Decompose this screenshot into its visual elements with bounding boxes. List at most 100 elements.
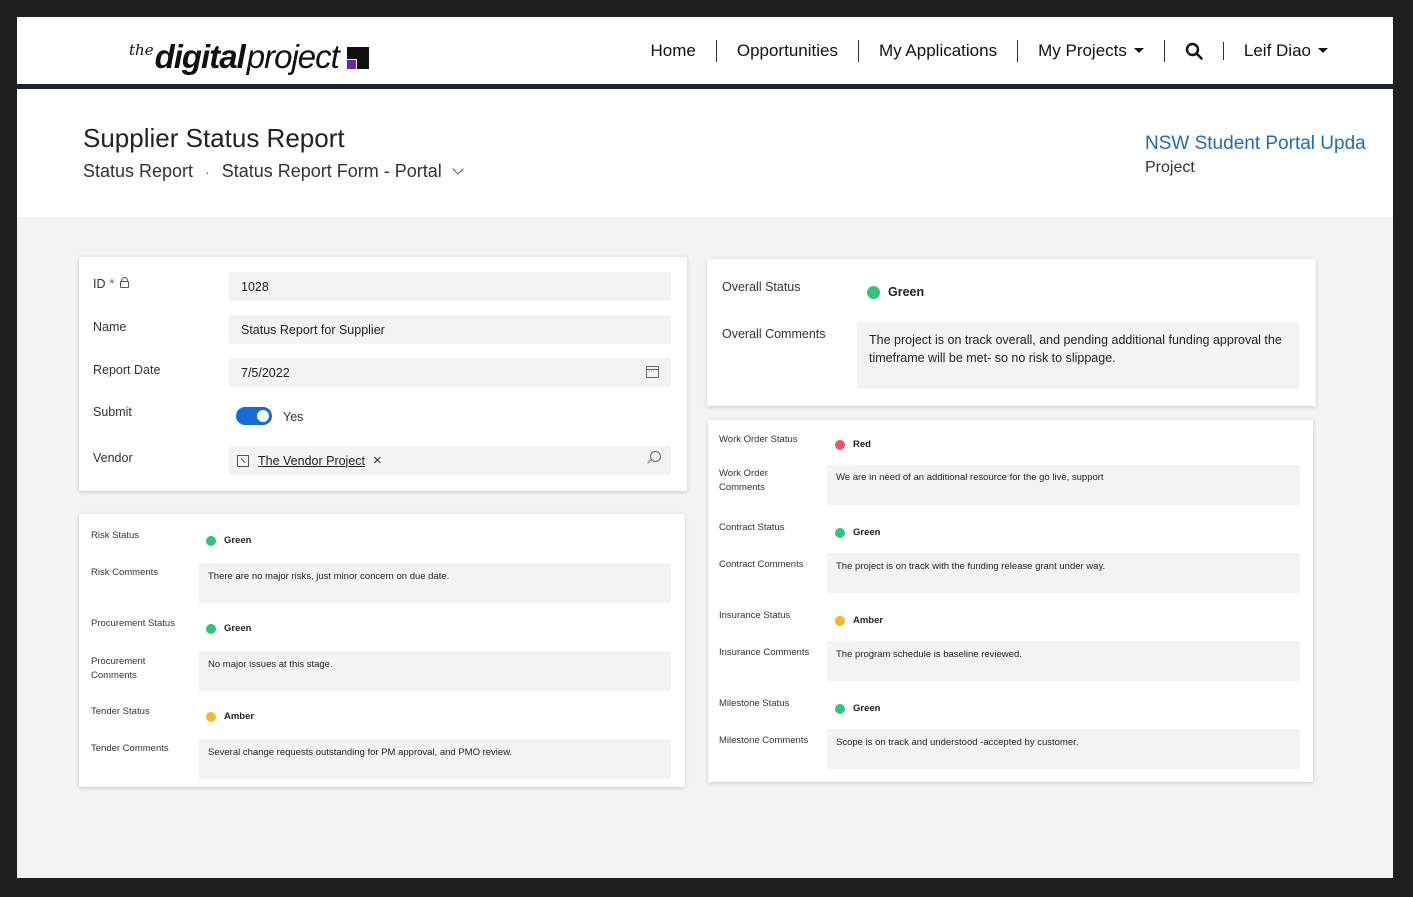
nav-search[interactable]	[1165, 41, 1224, 60]
submit-toggle[interactable]	[236, 407, 272, 425]
name-field[interactable]: Status Report for Supplier	[229, 315, 671, 344]
procurement-status-value: Green	[206, 623, 251, 634]
id-label: ID	[93, 277, 106, 291]
tender-status-text: Amber	[224, 711, 255, 722]
toggle-knob	[257, 410, 269, 422]
work-order-status-text: Red	[853, 439, 871, 450]
nav-user-menu[interactable]: Leif Diao	[1224, 40, 1333, 62]
procurement-comments-label: Procurement Comments	[91, 655, 145, 683]
vendor-link[interactable]: The Vendor Project	[258, 454, 365, 468]
procurement-comments-value: No major issues at this stage.	[208, 659, 333, 670]
amber-status-dot-icon	[206, 711, 216, 722]
amber-status-dot-icon	[835, 615, 845, 626]
risk-status-label: Risk Status	[91, 530, 140, 541]
nav-my-projects-label: My Projects	[1038, 40, 1127, 60]
overall-status-value: Green	[867, 285, 924, 299]
tender-status-label: Tender Status	[91, 706, 150, 717]
overall-comments-value: The project is on track overall, and pen…	[869, 333, 1282, 365]
procurement-comments-label-line1: Procurement	[91, 656, 146, 667]
risk-status-text: Green	[224, 535, 252, 546]
name-value: Status Report for Supplier	[241, 323, 385, 337]
top-navigation: the digital project Home Opportunities M…	[17, 17, 1393, 89]
submit-value: Yes	[283, 410, 304, 424]
nav-opportunities[interactable]: Opportunities	[717, 39, 859, 62]
project-type-label: Project	[1145, 159, 1195, 176]
general-card: ID * 1028 Name Status Report for Supplie…	[79, 257, 687, 491]
report-date-field[interactable]: 7/5/2022	[229, 358, 671, 387]
insurance-status-text: Amber	[853, 615, 884, 626]
green-status-dot-icon	[867, 285, 880, 299]
page-header: Supplier Status Report Status Report · S…	[17, 89, 1393, 217]
tender-comments-label: Tender Comments	[91, 743, 169, 754]
work-order-comments-value: We are in need of an additional resource…	[836, 472, 1104, 483]
procurement-status-text: Green	[224, 623, 252, 634]
vendor-lookup[interactable]: The Vendor Project ×	[229, 446, 671, 475]
work-order-contract-card: Work Order Status Red Work Order Comment…	[708, 420, 1313, 782]
milestone-comments-field[interactable]: Scope is on track and understood -accept…	[827, 729, 1300, 769]
green-status-dot-icon	[206, 535, 216, 546]
logo-the: the	[129, 41, 154, 59]
red-status-dot-icon	[835, 439, 845, 450]
nav-my-projects[interactable]: My Projects	[1018, 39, 1165, 62]
lookup-search-icon[interactable]	[650, 451, 661, 462]
work-order-comments-label-line2: Comments	[719, 482, 765, 493]
tender-comments-value: Several change requests outstanding for …	[208, 747, 513, 758]
form-selector[interactable]: Status Report Form - Portal	[222, 161, 464, 182]
overall-card: Overall Status Green Overall Comments Th…	[707, 259, 1316, 406]
browser-viewport: the digital project Home Opportunities M…	[17, 17, 1393, 878]
nav-home-label: Home	[650, 40, 696, 60]
logo-project: project	[246, 38, 340, 75]
overall-status-label: Overall Status	[722, 280, 801, 294]
submit-label: Submit	[93, 405, 132, 419]
overall-comments-field[interactable]: The project is on track overall, and pen…	[857, 322, 1299, 389]
risk-status-value: Green	[206, 535, 251, 546]
calendar-icon[interactable]	[646, 366, 659, 378]
insurance-comments-label: Insurance Comments	[719, 647, 810, 658]
insurance-comments-value: The program schedule is baseline reviewe…	[836, 649, 1022, 660]
milestone-comments-label: Milestone Comments	[719, 735, 809, 746]
caret-down-icon	[1318, 48, 1328, 53]
required-marker: *	[109, 277, 115, 291]
risk-procurement-card: Risk Status Green Risk Comments There ar…	[79, 514, 685, 787]
procurement-comments-field[interactable]: No major issues at this stage.	[199, 651, 671, 691]
contract-status-label: Contract Status	[719, 522, 785, 533]
contract-comments-field[interactable]: The project is on track with the funding…	[827, 553, 1300, 593]
milestone-status-label: Milestone Status	[719, 698, 790, 709]
contract-status-value: Green	[835, 527, 880, 538]
milestone-comments-value: Scope is on track and understood -accept…	[836, 737, 1079, 748]
risk-comments-field[interactable]: There are no major risks, just minor con…	[199, 563, 671, 603]
chevron-down-icon	[452, 163, 464, 175]
id-label-group: ID *	[93, 276, 130, 291]
nav-home[interactable]: Home	[630, 39, 717, 62]
work-order-comments-field[interactable]: We are in need of an additional resource…	[827, 465, 1300, 505]
project-link[interactable]: NSW Student Portal Upda	[1145, 133, 1366, 155]
breadcrumb-entity: Status Report	[83, 161, 194, 181]
breadcrumb-separator: ·	[205, 163, 210, 180]
report-date-value: 7/5/2022	[241, 366, 290, 380]
nav-my-applications-label: My Applications	[878, 40, 998, 60]
insurance-status-value: Amber	[835, 615, 883, 626]
green-status-dot-icon	[206, 623, 216, 634]
overall-comments-label: Overall Comments	[722, 327, 826, 341]
site-logo[interactable]: the digital project	[129, 35, 369, 75]
id-value: 1028	[241, 280, 269, 294]
green-status-dot-icon	[835, 527, 845, 538]
caret-down-icon	[1133, 48, 1144, 53]
nav-my-applications[interactable]: My Applications	[859, 39, 1019, 62]
nav-user-label: Leif Diao	[1243, 40, 1311, 60]
procurement-comments-label-line2: Comments	[91, 670, 137, 681]
contract-comments-value: The project is on track with the funding…	[836, 561, 1106, 572]
contract-status-text: Green	[853, 527, 881, 538]
clear-vendor-icon[interactable]: ×	[373, 452, 382, 469]
nav-menu: Home Opportunities My Applications My Pr…	[630, 17, 1333, 84]
work-order-comments-label: Work Order Comments	[719, 467, 768, 495]
nav-opportunities-label: Opportunities	[736, 40, 838, 60]
green-status-dot-icon	[835, 703, 845, 714]
breadcrumb: Status Report · Status Report Form - Por…	[83, 161, 464, 182]
work-order-comments-label-line1: Work Order	[719, 468, 768, 479]
insurance-comments-field[interactable]: The program schedule is baseline reviewe…	[827, 641, 1300, 681]
tender-status-value: Amber	[206, 711, 254, 722]
vendor-label: Vendor	[93, 451, 133, 465]
tender-comments-field[interactable]: Several change requests outstanding for …	[199, 739, 671, 779]
record-icon	[237, 454, 249, 467]
